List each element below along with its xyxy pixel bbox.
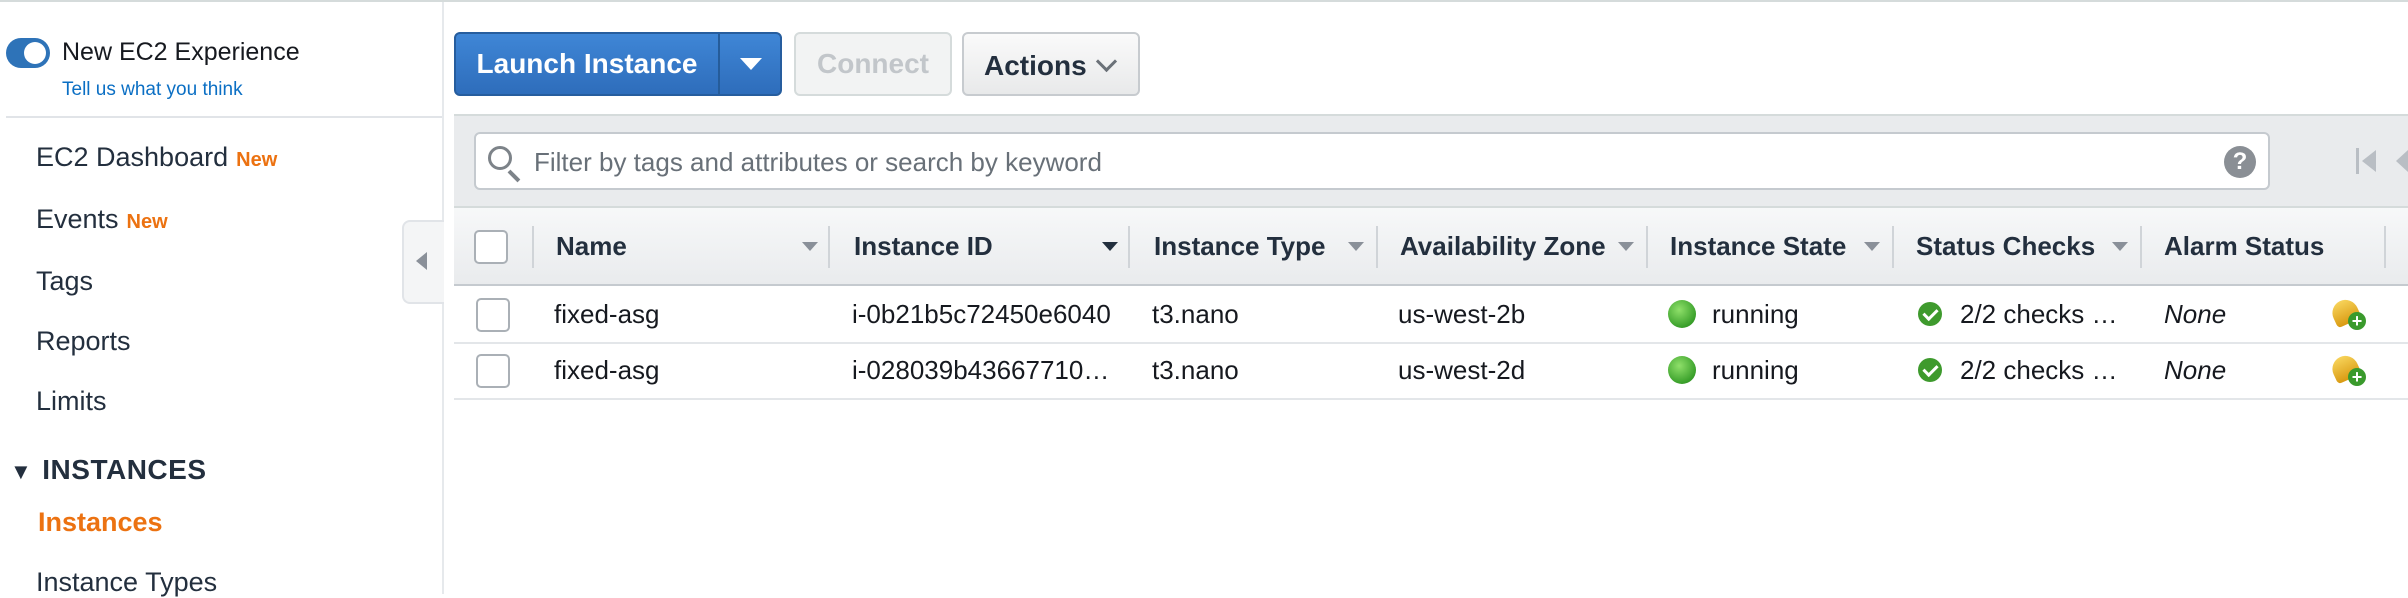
column-header-instance-id[interactable]: Instance ID <box>854 208 993 286</box>
column-header-status-checks[interactable]: Status Checks <box>1916 208 2095 286</box>
column-header-name[interactable]: Name <box>556 208 627 286</box>
sidebar-item-label: EC2 Dashboard <box>36 142 229 172</box>
column-header-instance-state[interactable]: Instance State <box>1670 208 1846 286</box>
search-icon <box>488 146 512 170</box>
column-separator <box>532 226 534 268</box>
first-page-icon <box>2356 148 2359 174</box>
previous-page-button[interactable] <box>2396 150 2408 174</box>
cell-status-checks[interactable]: 2/2 checks … <box>1960 342 2136 398</box>
sidebar-item-label: Events <box>36 204 119 234</box>
select-all-checkbox[interactable] <box>474 230 508 264</box>
cell-instance-type: t3.nano <box>1152 355 1239 385</box>
sidebar-item-label: Limits <box>36 386 107 416</box>
collapse-sidebar-button[interactable] <box>402 220 444 304</box>
new-experience-toggle[interactable] <box>6 38 50 68</box>
sidebar-item-ec2-dashboard[interactable]: EC2 Dashboard New <box>36 142 277 173</box>
toggle-knob <box>24 42 46 64</box>
table-row[interactable]: fixed-asg i-0b21b5c72450e6040 t3.nano us… <box>454 286 2408 344</box>
column-separator <box>828 226 830 268</box>
running-status-icon <box>1668 300 1696 328</box>
column-header-alarm-status[interactable]: Alarm Status <box>2164 208 2324 286</box>
cell-instance-id: i-0b21b5c72450e6040 <box>852 299 1111 329</box>
column-header-availability-zone[interactable]: Availability Zone <box>1400 208 1606 286</box>
column-separator <box>1128 226 1130 268</box>
cell-instance-state: running <box>1712 299 1799 329</box>
cell-status-checks[interactable]: 2/2 checks … <box>1960 286 2136 342</box>
cell-instance-type: t3.nano <box>1152 299 1239 329</box>
new-experience-label: New EC2 Experience <box>62 38 300 66</box>
sort-icon[interactable] <box>1348 242 1364 251</box>
sidebar-divider <box>6 116 442 118</box>
cell-name: fixed-asg <box>554 299 660 329</box>
sidebar-item-label: Reports <box>36 326 131 356</box>
alarm-plus-shape: + <box>2348 312 2366 330</box>
section-label: INSTANCES <box>42 454 207 485</box>
column-header-instance-type[interactable]: Instance Type <box>1154 208 1325 286</box>
status-check-icon <box>1918 302 1942 326</box>
new-badge: New <box>126 211 168 233</box>
first-page-arrow <box>2362 150 2376 172</box>
column-separator <box>1646 226 1648 268</box>
cell-alarm-status: None <box>2164 355 2227 385</box>
launch-options-dropdown[interactable] <box>720 34 780 94</box>
sort-icon[interactable] <box>1102 242 1118 251</box>
collapse-sidebar-icon <box>416 252 427 270</box>
help-icon[interactable]: ? <box>2224 146 2256 178</box>
launch-instance-group: Launch Instance <box>454 32 782 96</box>
sidebar: New EC2 Experience Tell us what you thin… <box>0 2 444 597</box>
launch-instance-button[interactable]: Launch Instance <box>456 34 718 94</box>
sort-icon[interactable] <box>2112 242 2128 251</box>
sidebar-item-reports[interactable]: Reports <box>36 326 131 357</box>
sidebar-item-label: Tags <box>36 266 94 296</box>
row-checkbox[interactable] <box>476 354 510 388</box>
cell-alarm-status: None <box>2164 299 2227 329</box>
sidebar-item-events[interactable]: Events New <box>36 204 168 235</box>
expand-triangle-icon: ▼ <box>10 459 33 484</box>
actions-label: Actions <box>984 50 1087 81</box>
status-check-icon <box>1918 358 1942 382</box>
feedback-link[interactable]: Tell us what you think <box>62 79 243 101</box>
table-header: Name Instance ID Instance Type Availabil… <box>454 206 2408 286</box>
running-status-icon <box>1668 356 1696 384</box>
alarm-add-icon[interactable]: + <box>2328 351 2368 390</box>
sidebar-item-instance-types[interactable]: Instance Types <box>36 567 217 598</box>
sidebar-section-instances[interactable]: ▼ INSTANCES <box>10 454 207 486</box>
column-separator <box>2140 226 2142 268</box>
cell-instance-state: running <box>1712 355 1799 385</box>
sidebar-item-instances[interactable]: Instances <box>38 507 163 538</box>
chevron-down-icon <box>1095 50 1118 73</box>
previous-page-icon <box>2396 150 2408 172</box>
column-separator <box>1892 226 1894 268</box>
column-separator <box>1376 226 1378 268</box>
sidebar-item-limits[interactable]: Limits <box>36 386 107 417</box>
row-checkbox[interactable] <box>476 298 510 332</box>
cell-instance-id: i-028039b43667710… <box>852 355 1110 385</box>
cell-availability-zone: us-west-2d <box>1398 355 1526 385</box>
new-badge: New <box>236 149 278 171</box>
first-page-button[interactable] <box>2354 146 2380 176</box>
cell-availability-zone: us-west-2b <box>1398 299 1526 329</box>
search-input[interactable] <box>532 140 2176 184</box>
sort-icon[interactable] <box>1864 242 1880 251</box>
table-row[interactable]: fixed-asg i-028039b43667710… t3.nano us-… <box>454 342 2408 400</box>
sort-icon[interactable] <box>802 242 818 251</box>
sort-icon[interactable] <box>1618 242 1634 251</box>
dropdown-caret-icon <box>740 58 762 70</box>
column-separator <box>2384 226 2386 268</box>
search-box: ? <box>474 132 2270 190</box>
connect-button[interactable]: Connect <box>794 32 952 96</box>
alarm-plus-shape: + <box>2348 368 2366 386</box>
filter-bar: ? <box>454 114 2408 208</box>
actions-button[interactable]: Actions <box>962 32 1140 96</box>
alarm-add-icon[interactable]: + <box>2328 295 2368 334</box>
sidebar-item-tags[interactable]: Tags <box>36 266 93 297</box>
cell-name: fixed-asg <box>554 355 660 385</box>
